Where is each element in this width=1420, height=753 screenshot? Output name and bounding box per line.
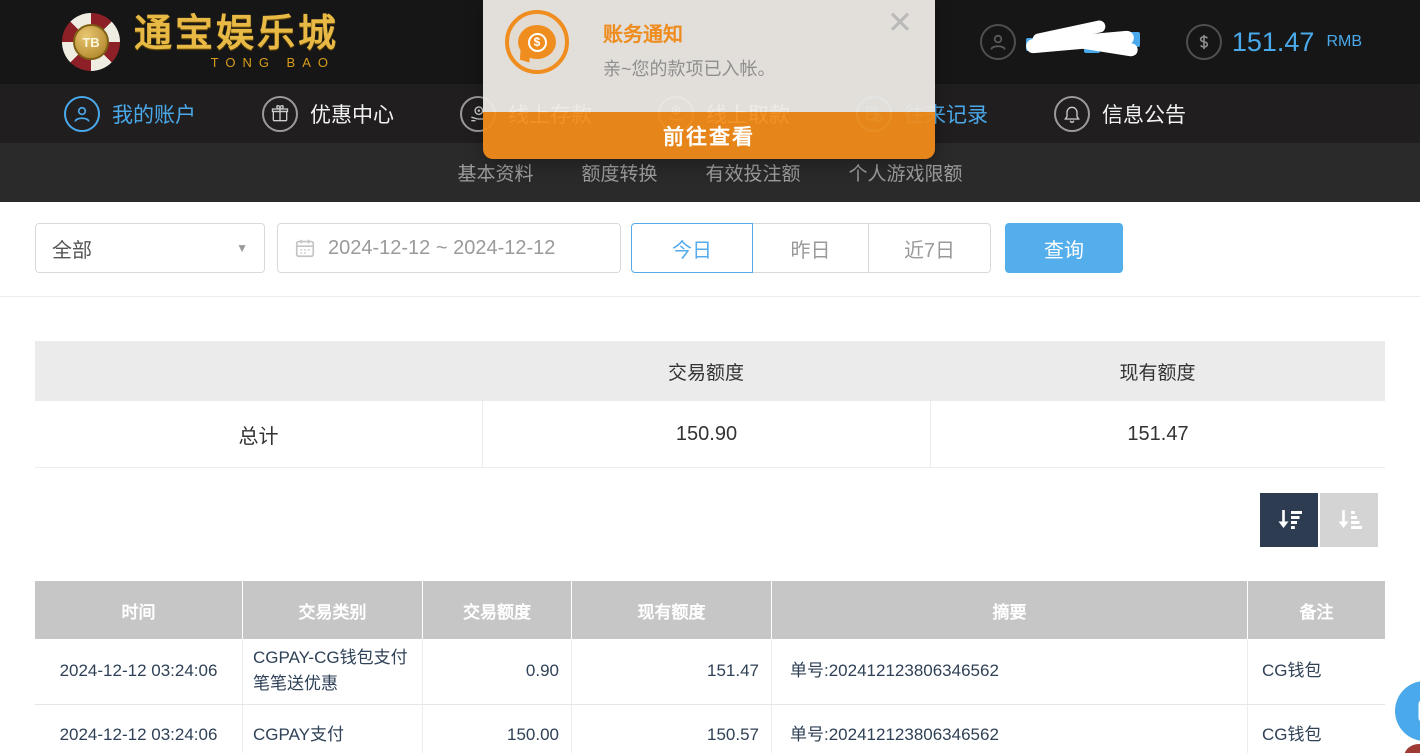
calendar-icon: [294, 237, 316, 259]
brand-title: 通宝娱乐城: [134, 15, 339, 53]
dollar-icon: [1186, 24, 1222, 60]
cell-type: CGPAY-CG钱包支付笔笔送优惠: [243, 639, 423, 704]
summary-total-current: 151.47: [930, 401, 1385, 467]
nav-label: 信息公告: [1102, 99, 1186, 129]
nav-item-promotions[interactable]: 优惠中心: [262, 96, 394, 132]
subnav-basic-info[interactable]: 基本资料: [457, 159, 533, 186]
user-account[interactable]: [980, 24, 1142, 60]
col-header-balance: 现有额度: [572, 581, 772, 639]
sort-ascending-button[interactable]: [1320, 493, 1378, 547]
notification-popup: $ 账务通知 亲~您的款项已入帐。 ✕ 前往查看: [483, 0, 935, 159]
summary-header-current: 现有额度: [930, 358, 1385, 385]
cell-summary: 单号:202412123806346562: [772, 639, 1248, 704]
date-range-input[interactable]: 2024-12-12 ~ 2024-12-12: [277, 223, 621, 273]
nav-item-announcements[interactable]: 信息公告: [1054, 96, 1186, 132]
chip-monogram: TB: [73, 24, 109, 60]
table-row: 2024-12-12 03:24:06 CGPAY-CG钱包支付笔笔送优惠 0.…: [35, 639, 1385, 705]
summary-header-transaction: 交易额度: [482, 358, 930, 385]
chevron-down-icon: ▼: [236, 241, 248, 255]
date-range-value: 2024-12-12 ~ 2024-12-12: [328, 237, 555, 260]
cell-note: CG钱包: [1248, 639, 1385, 704]
col-header-amount: 交易额度: [423, 581, 572, 639]
bell-icon: [1054, 96, 1090, 132]
cell-amount: 150.00: [423, 705, 572, 753]
summary-header-row: 交易额度 现有额度: [35, 341, 1385, 401]
money-message-icon: $: [505, 10, 569, 74]
summary-table: 交易额度 现有额度 总计 150.90 151.47: [35, 341, 1385, 468]
summary-total-row: 总计 150.90 151.47: [35, 401, 1385, 468]
cell-time: 2024-12-12 03:24:06: [35, 705, 243, 753]
cell-note: CG钱包: [1248, 705, 1385, 753]
cell-balance: 150.57: [572, 705, 772, 753]
gift-icon: [262, 96, 298, 132]
quick-date-group: 今日 昨日 近7日: [631, 223, 991, 273]
casino-chip-icon: TB: [62, 13, 120, 71]
notification-title: 账务通知: [603, 18, 683, 47]
user-icon: [64, 96, 100, 132]
table-row: 2024-12-12 03:24:06 CGPAY支付 150.00 150.5…: [35, 705, 1385, 753]
balance[interactable]: 151.47 RMB: [1186, 24, 1362, 60]
last7days-button[interactable]: 近7日: [869, 223, 991, 273]
brand-subtitle: TONG BAO: [211, 55, 335, 70]
sort-controls: [0, 493, 1378, 547]
cell-time: 2024-12-12 03:24:06: [35, 639, 243, 704]
col-header-time: 时间: [35, 581, 243, 639]
transactions-header-row: 时间 交易类别 交易额度 现有额度 摘要 备注: [35, 581, 1385, 639]
username-redacted: [1026, 26, 1142, 58]
go-view-button[interactable]: 前往查看: [483, 112, 935, 159]
type-dropdown[interactable]: 全部 ▼: [35, 223, 265, 273]
query-button[interactable]: 查询: [1005, 223, 1123, 273]
transactions-table: 时间 交易类别 交易额度 现有额度 摘要 备注 2024-12-12 03:24…: [35, 581, 1385, 753]
col-header-type: 交易类别: [243, 581, 423, 639]
nav-label: 优惠中心: [310, 99, 394, 129]
summary-total-label: 总计: [35, 401, 482, 467]
sort-descending-button[interactable]: [1260, 493, 1318, 547]
subnav-credit-transfer[interactable]: 额度转换: [581, 159, 657, 186]
close-icon[interactable]: ✕: [887, 4, 913, 41]
user-icon: [980, 24, 1016, 60]
phone-icon: [1412, 698, 1420, 724]
yesterday-button[interactable]: 昨日: [753, 223, 869, 273]
customer-service-button[interactable]: [1395, 681, 1420, 741]
cell-balance: 151.47: [572, 639, 772, 704]
col-header-note: 备注: [1248, 581, 1385, 639]
subnav-valid-bets[interactable]: 有效投注额: [706, 159, 801, 186]
filter-bar: 全部 ▼ 2024-12-12 ~ 2024-12-12 今日 昨日 近7日 查…: [0, 202, 1420, 297]
summary-total-transaction: 150.90: [482, 401, 930, 467]
subnav-game-limits[interactable]: 个人游戏限额: [849, 159, 963, 186]
balance-currency: RMB: [1326, 33, 1362, 51]
cell-type: CGPAY支付: [243, 705, 423, 753]
nav-item-my-account[interactable]: 我的账户: [64, 96, 196, 132]
nav-label: 我的账户: [112, 99, 196, 129]
notification-panel: $ 账务通知 亲~您的款项已入帐。 ✕: [483, 0, 935, 112]
floating-red-badge[interactable]: [1404, 744, 1420, 753]
page: TB 通宝娱乐城 TONG BAO: [0, 0, 1420, 753]
today-button[interactable]: 今日: [631, 223, 753, 273]
balance-amount: 151.47: [1232, 27, 1315, 58]
col-header-summary: 摘要: [772, 581, 1248, 639]
brand-logo[interactable]: TB 通宝娱乐城 TONG BAO: [62, 13, 339, 71]
sort-descending-icon: [1274, 505, 1304, 535]
type-dropdown-value: 全部: [52, 234, 92, 263]
sort-ascending-icon: [1334, 505, 1364, 535]
cell-amount: 0.90: [423, 639, 572, 704]
cell-summary: 单号:202412123806346562: [772, 705, 1248, 753]
notification-message: 亲~您的款项已入帐。: [603, 55, 776, 81]
